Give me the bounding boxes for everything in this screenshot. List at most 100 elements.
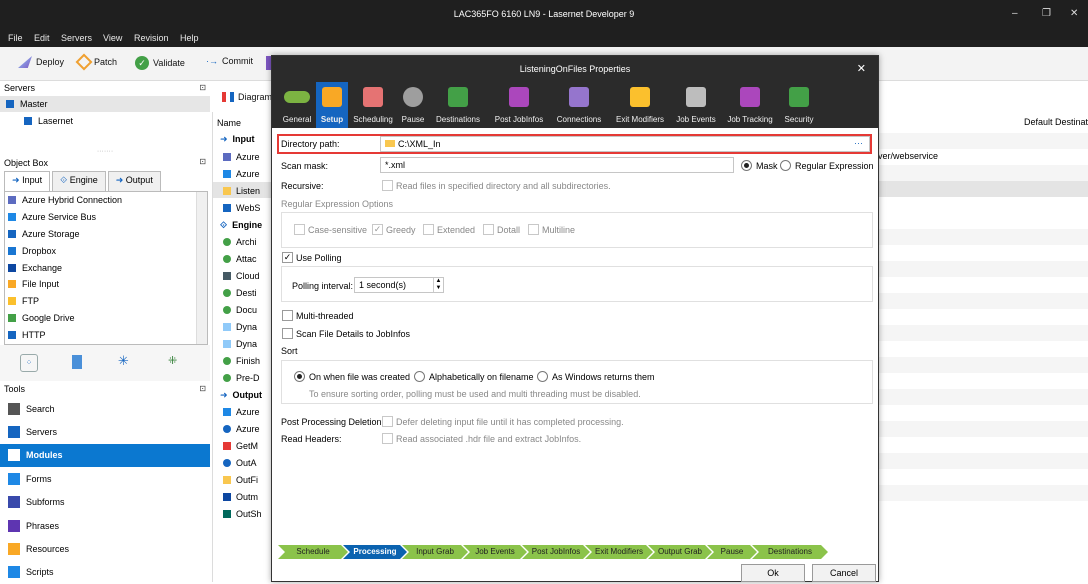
tab-exit-modifiers[interactable]: Exit Modifiers: [612, 82, 668, 128]
menu-edit[interactable]: Edit: [34, 33, 50, 43]
tool-forms[interactable]: Forms: [0, 467, 210, 490]
tab-general[interactable]: General: [278, 82, 316, 128]
multiline-checkbox[interactable]: [528, 224, 539, 235]
spinner-arrows-icon[interactable]: ▲ ▼: [433, 278, 443, 292]
module-row[interactable]: GetM: [223, 439, 258, 453]
input-section[interactable]: ➜ Input: [220, 132, 255, 146]
tool-search[interactable]: Search: [0, 397, 210, 420]
pin-icon[interactable]: ⊡: [199, 83, 206, 92]
tab-post-jobinfos[interactable]: Post JobInfos: [491, 82, 547, 128]
module-row[interactable]: OutFi: [223, 473, 258, 487]
module-row[interactable]: Outm: [223, 490, 258, 504]
tab-security[interactable]: Security: [781, 82, 817, 128]
extended-checkbox[interactable]: [423, 224, 434, 235]
sort-created-radio[interactable]: [294, 371, 305, 382]
dotall-checkbox[interactable]: [483, 224, 494, 235]
list-item[interactable]: HTTP: [5, 326, 207, 343]
module-row[interactable]: Azure: [223, 422, 260, 436]
polling-interval-spinner[interactable]: 1 second(s) ▲ ▼: [354, 277, 444, 293]
step-pause[interactable]: Pause: [707, 545, 757, 559]
restore-icon[interactable]: ❐: [1042, 8, 1051, 19]
step-post-jobinfos[interactable]: Post JobInfos: [522, 545, 590, 559]
menu-revision[interactable]: Revision: [134, 33, 169, 43]
tool-servers[interactable]: Servers: [0, 420, 210, 443]
directory-path-input[interactable]: C:\XML_In ···: [380, 136, 870, 152]
module-row[interactable]: Cloud: [223, 269, 260, 283]
scan-mask-input[interactable]: *.xml: [380, 157, 734, 173]
diagram-button[interactable]: Diagram: [222, 92, 272, 102]
module-row[interactable]: Azure: [223, 150, 260, 164]
name-column-header[interactable]: Name: [217, 116, 241, 130]
greedy-checkbox[interactable]: ✓: [372, 224, 383, 235]
flow-icon[interactable]: ⁜: [168, 354, 177, 367]
multi-threaded-checkbox[interactable]: [282, 310, 293, 321]
step-destinations[interactable]: Destinations: [752, 545, 828, 559]
tab-destinations[interactable]: Destinations: [432, 82, 484, 128]
menu-view[interactable]: View: [103, 33, 122, 43]
step-output-grab[interactable]: Output Grab: [648, 545, 712, 559]
minimize-icon[interactable]: –: [1012, 8, 1018, 19]
step-exit-modifiers[interactable]: Exit Modifiers: [585, 545, 653, 559]
module-row[interactable]: Dyna: [223, 337, 257, 351]
commit-button[interactable]: ·→ Commit: [206, 56, 253, 66]
step-schedule[interactable]: Schedule: [278, 545, 348, 559]
tab-input[interactable]: ➜ Input: [4, 171, 51, 191]
list-item[interactable]: Azure Hybrid Connection: [5, 192, 207, 209]
grid-view-icon[interactable]: ⁘: [20, 354, 38, 372]
menu-servers[interactable]: Servers: [61, 33, 92, 43]
pin-icon[interactable]: ⊡: [199, 384, 206, 393]
default-destination-header[interactable]: Default Destinat: [1024, 117, 1088, 127]
module-row[interactable]: OutA: [223, 456, 257, 470]
validate-button[interactable]: ✓ Validate: [135, 56, 185, 70]
tab-scheduling[interactable]: Scheduling: [350, 82, 396, 128]
splitter-grip[interactable]: ·······: [0, 148, 210, 156]
tab-setup[interactable]: Setup: [316, 82, 348, 128]
list-item[interactable]: File Input: [5, 276, 207, 293]
pin-icon[interactable]: ⊡: [199, 157, 206, 166]
use-polling-checkbox[interactable]: ✓: [282, 252, 293, 263]
list-item[interactable]: FTP: [5, 293, 207, 310]
close-icon[interactable]: ✕: [857, 62, 866, 75]
module-row[interactable]: Desti: [223, 286, 257, 300]
module-row[interactable]: OutSh: [223, 507, 262, 521]
engine-section[interactable]: ⟐ Engine: [220, 218, 262, 232]
mask-radio[interactable]: [741, 160, 752, 171]
post-processing-checkbox[interactable]: [382, 416, 393, 427]
server-lasernet-row[interactable]: Lasernet: [24, 113, 73, 129]
module-row[interactable]: Archi: [223, 235, 257, 249]
sort-windows-radio[interactable]: [537, 371, 548, 382]
tab-engine[interactable]: ⟐ Engine: [52, 171, 106, 191]
recursive-checkbox[interactable]: [382, 180, 393, 191]
deploy-button[interactable]: Deploy: [18, 56, 64, 68]
module-row[interactable]: WebS: [223, 201, 260, 215]
module-row[interactable]: Azure: [223, 405, 260, 419]
list-item[interactable]: Exchange: [5, 259, 207, 276]
menu-help[interactable]: Help: [180, 33, 199, 43]
cancel-button[interactable]: Cancel: [812, 564, 876, 582]
tab-pause[interactable]: Pause: [398, 82, 428, 128]
module-row[interactable]: Azure: [223, 167, 260, 181]
module-row[interactable]: Attac: [223, 252, 257, 266]
tool-subforms[interactable]: Subforms: [0, 491, 210, 514]
module-row[interactable]: Pre-D: [223, 371, 260, 385]
list-item[interactable]: Azure Service Bus: [5, 209, 207, 226]
list-view-icon[interactable]: [72, 355, 82, 369]
tool-scripts[interactable]: Scripts: [0, 561, 210, 584]
sort-alpha-radio[interactable]: [414, 371, 425, 382]
list-item[interactable]: Azure Storage: [5, 226, 207, 243]
regex-radio[interactable]: [780, 160, 791, 171]
scan-file-details-checkbox[interactable]: [282, 328, 293, 339]
module-row[interactable]: Finish: [223, 354, 260, 368]
tool-phrases[interactable]: Phrases: [0, 514, 210, 537]
tab-connections[interactable]: Connections: [554, 82, 604, 128]
list-item[interactable]: Dropbox: [5, 242, 207, 259]
tab-output[interactable]: ➜ Output: [107, 171, 161, 191]
server-master-row[interactable]: Master: [0, 96, 210, 112]
list-item[interactable]: Google Drive: [5, 310, 207, 327]
ok-button[interactable]: Ok: [741, 564, 805, 582]
tool-resources[interactable]: Resources: [0, 537, 210, 560]
step-input-grab[interactable]: Input Grab: [402, 545, 468, 559]
read-headers-checkbox[interactable]: [382, 433, 393, 444]
case-sensitive-checkbox[interactable]: [294, 224, 305, 235]
module-row[interactable]: Listen: [223, 184, 260, 198]
